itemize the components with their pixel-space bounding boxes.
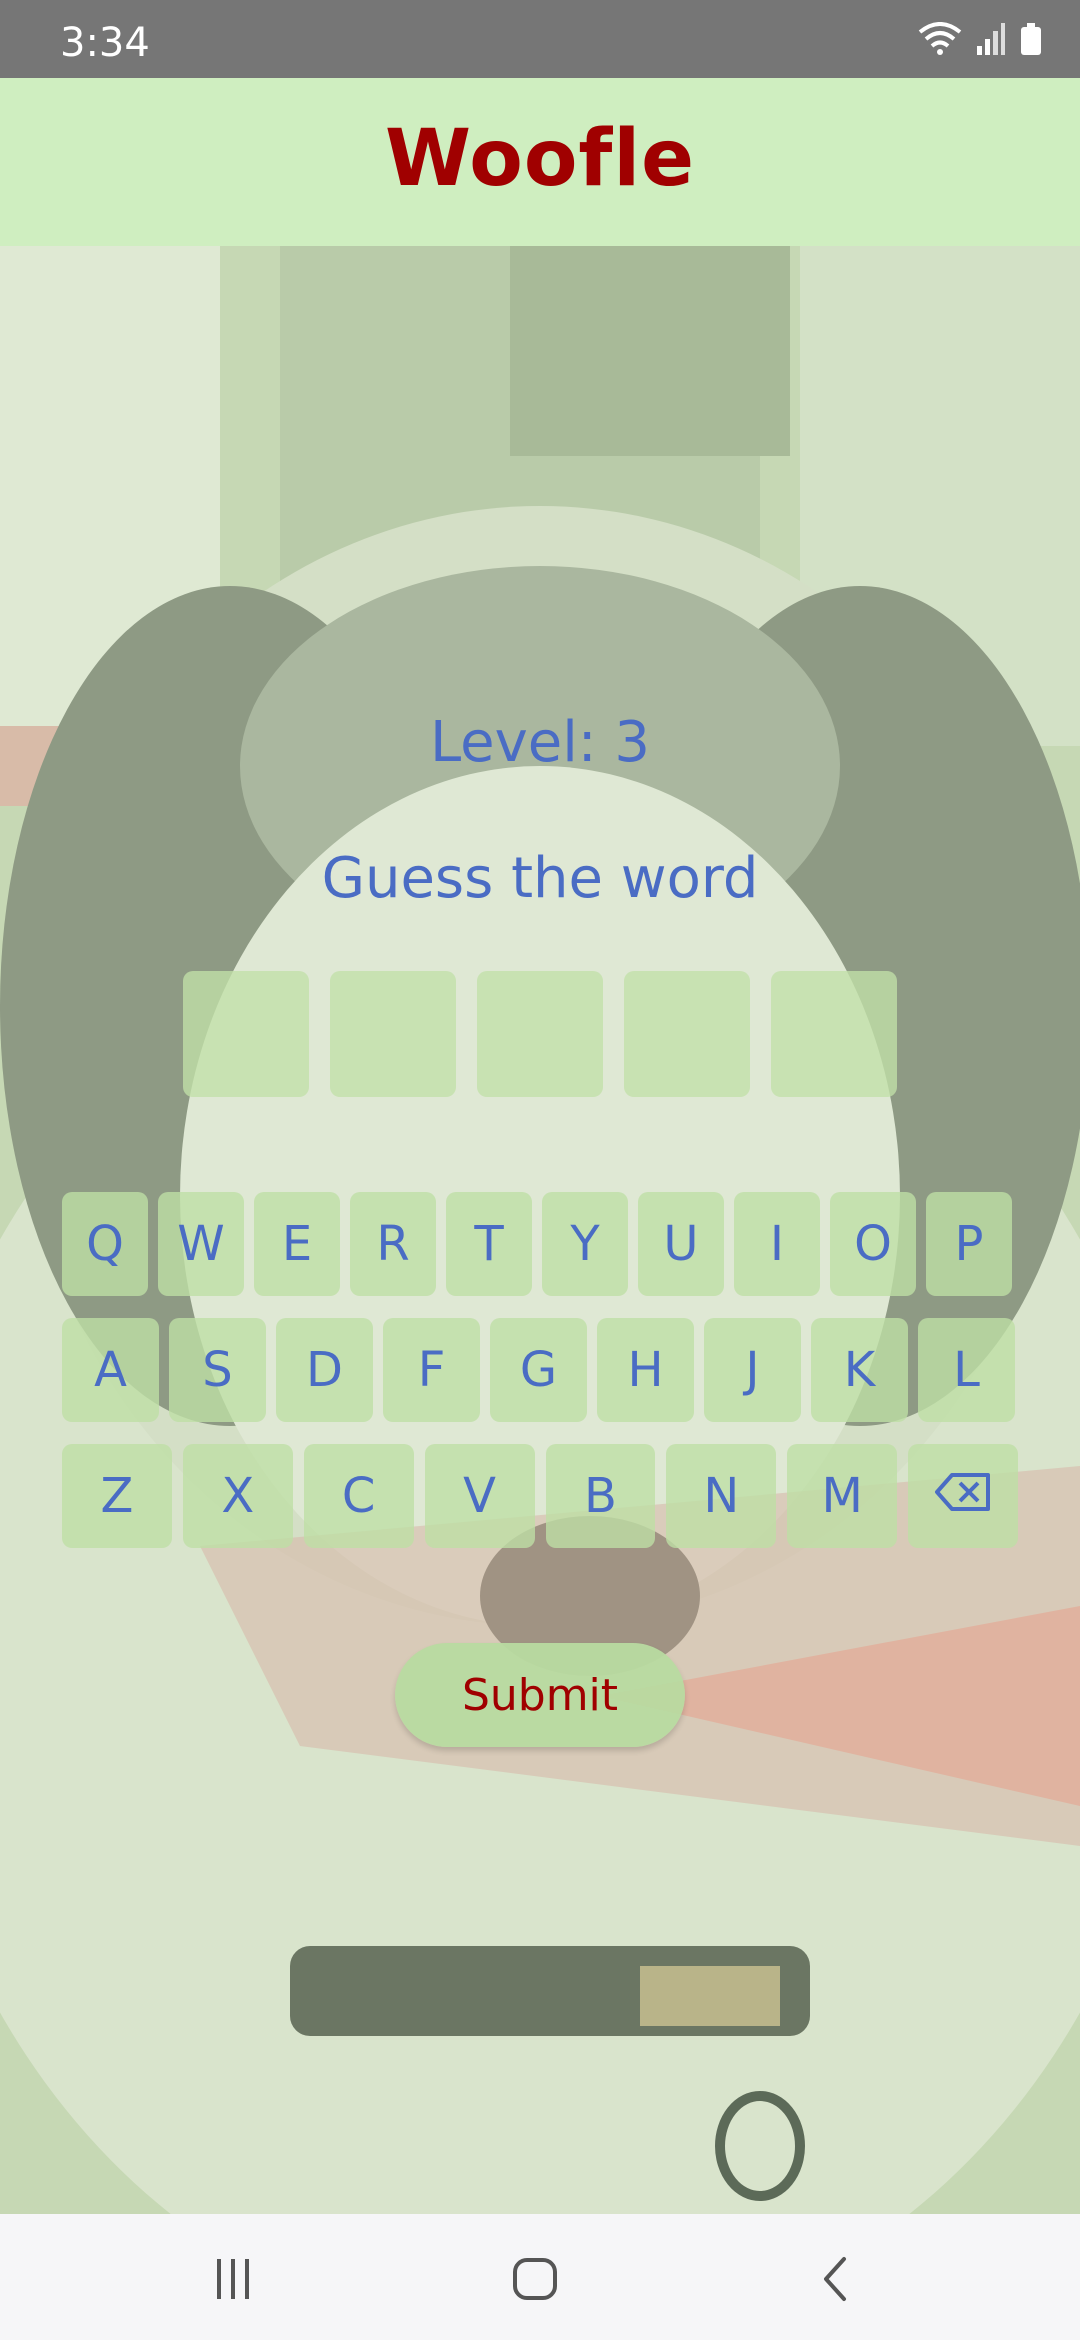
key-l[interactable]: L bbox=[918, 1318, 1015, 1422]
wifi-icon bbox=[918, 22, 962, 56]
home-icon[interactable] bbox=[505, 2254, 565, 2304]
letter-tile bbox=[183, 971, 309, 1097]
key-c[interactable]: C bbox=[303, 1444, 414, 1548]
backspace-key[interactable] bbox=[908, 1444, 1018, 1548]
key-v[interactable]: V bbox=[424, 1444, 535, 1548]
guess-prompt: Guess the word bbox=[321, 846, 759, 911]
submit-button[interactable]: Submit bbox=[395, 1643, 685, 1747]
key-x[interactable]: X bbox=[182, 1444, 293, 1548]
keyboard-row-1: Q W E R T Y U I O P bbox=[62, 1192, 1018, 1296]
key-n[interactable]: N bbox=[666, 1444, 777, 1548]
status-time: 3:34 bbox=[60, 20, 150, 66]
keyboard-row-3: Z X C V B N M bbox=[62, 1444, 1018, 1548]
key-y[interactable]: Y bbox=[542, 1192, 628, 1296]
key-q[interactable]: Q bbox=[62, 1192, 148, 1296]
key-s[interactable]: S bbox=[169, 1318, 266, 1422]
key-w[interactable]: W bbox=[158, 1192, 244, 1296]
letter-tiles bbox=[183, 971, 897, 1097]
key-z[interactable]: Z bbox=[62, 1444, 172, 1548]
on-screen-keyboard: Q W E R T Y U I O P A S D F G H J K L Z … bbox=[62, 1192, 1018, 1570]
key-b[interactable]: B bbox=[545, 1444, 656, 1548]
status-bar: 3:34 bbox=[0, 0, 1080, 78]
app-title: Woofle bbox=[384, 114, 695, 204]
back-icon[interactable] bbox=[805, 2254, 865, 2304]
letter-tile bbox=[330, 971, 456, 1097]
key-k[interactable]: K bbox=[811, 1318, 908, 1422]
system-nav-bar bbox=[0, 2214, 1080, 2340]
letter-tile bbox=[771, 971, 897, 1097]
key-i[interactable]: I bbox=[734, 1192, 820, 1296]
app-bar: Woofle bbox=[0, 78, 1080, 246]
key-e[interactable]: E bbox=[254, 1192, 340, 1296]
key-p[interactable]: P bbox=[926, 1192, 1012, 1296]
recents-icon[interactable] bbox=[203, 2254, 263, 2304]
key-o[interactable]: O bbox=[830, 1192, 916, 1296]
backspace-icon bbox=[934, 1468, 992, 1524]
key-r[interactable]: R bbox=[350, 1192, 436, 1296]
key-d[interactable]: D bbox=[276, 1318, 373, 1422]
key-h[interactable]: H bbox=[597, 1318, 694, 1422]
letter-tile bbox=[624, 971, 750, 1097]
key-j[interactable]: J bbox=[704, 1318, 801, 1422]
level-label: Level: 3 bbox=[429, 710, 651, 775]
status-icons bbox=[918, 22, 1042, 56]
letter-tile bbox=[477, 971, 603, 1097]
signal-icon bbox=[976, 22, 1006, 56]
key-f[interactable]: F bbox=[383, 1318, 480, 1422]
key-u[interactable]: U bbox=[638, 1192, 724, 1296]
battery-icon bbox=[1020, 22, 1042, 56]
key-t[interactable]: T bbox=[446, 1192, 532, 1296]
key-m[interactable]: M bbox=[787, 1444, 898, 1548]
keyboard-row-2: A S D F G H J K L bbox=[62, 1318, 1018, 1422]
key-g[interactable]: G bbox=[490, 1318, 587, 1422]
key-a[interactable]: A bbox=[62, 1318, 159, 1422]
